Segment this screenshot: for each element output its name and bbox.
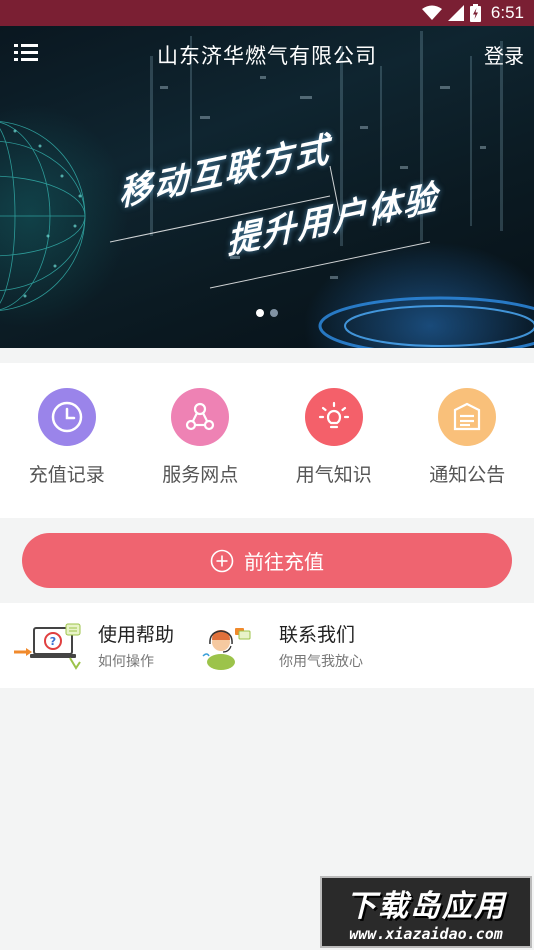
watermark-url: www.xiazaidao.com (349, 925, 503, 943)
battery-charging-icon (469, 4, 481, 22)
help-title: 使用帮助 (98, 624, 175, 646)
watermark-title: 下载岛应用 (346, 889, 506, 924)
network-nodes-icon (171, 388, 230, 446)
plus-circle-icon (210, 549, 234, 572)
notice-board-icon (438, 388, 497, 446)
status-time: 6:51 (490, 3, 524, 22)
help-subtitle: 如何操作 (98, 654, 154, 670)
carousel-indicator (0, 309, 534, 317)
watermark-logo: 下载岛应用 www.xiazaidao.com (320, 876, 532, 948)
carousel-dot-1[interactable] (256, 309, 264, 317)
laptop-help-icon: ? (14, 622, 88, 670)
feature-label: 通知公告 (429, 464, 506, 486)
carousel-dot-2[interactable] (270, 309, 278, 317)
lightbulb-icon (304, 388, 363, 446)
contact-us-item[interactable]: 联系我们 你用气我放心 (195, 603, 534, 688)
go-recharge-button[interactable]: 前往充值 (22, 533, 512, 588)
feature-recharge-records[interactable]: 充值记录 (12, 388, 122, 487)
help-row: ? 使用帮助 如何操作 联系我们 你用气我放心 (0, 603, 534, 688)
feature-gas-knowledge[interactable]: 用气知识 (279, 388, 389, 487)
status-icons: 6:51 (421, 3, 524, 23)
go-recharge-label: 前往充值 (244, 550, 324, 574)
customer-service-icon (195, 622, 269, 670)
signal-icon (447, 5, 464, 21)
app-title: 山东济华燃气有限公司 (157, 44, 377, 68)
banner-carousel[interactable]: 山东济华燃气有限公司 登录 移动互联方式 提升用户体验 (0, 26, 534, 348)
feature-notices[interactable]: 通知公告 (412, 388, 522, 487)
clock-icon (37, 388, 96, 446)
feature-grid: 充值记录 服务网点 用气知识 通知公告 (0, 363, 534, 518)
svg-text:?: ? (50, 635, 56, 648)
help-subtitle: 你用气我放心 (279, 654, 363, 670)
wifi-icon (421, 5, 442, 20)
feature-label: 服务网点 (162, 464, 239, 486)
status-bar: 6:51 (0, 0, 534, 26)
feature-label: 充值记录 (28, 464, 105, 486)
banner-background-art (0, 31, 534, 348)
feature-service-outlets[interactable]: 服务网点 (145, 388, 255, 487)
usage-help-item[interactable]: ? 使用帮助 如何操作 (0, 603, 195, 688)
login-button[interactable]: 登录 (484, 40, 524, 69)
feature-label: 用气知识 (295, 464, 372, 486)
help-title: 联系我们 (279, 624, 356, 646)
